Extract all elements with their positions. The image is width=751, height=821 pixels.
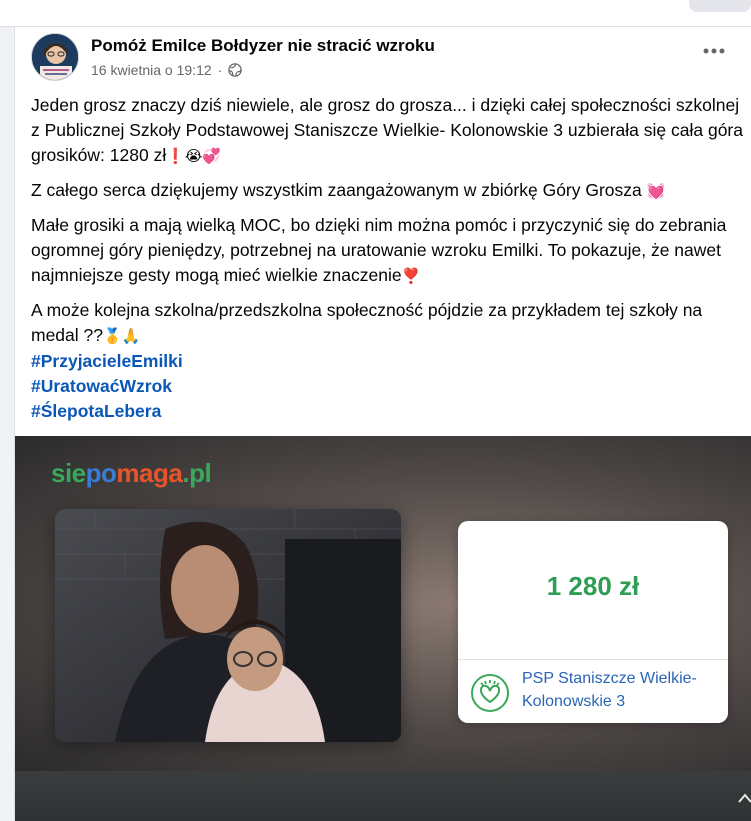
hashtag-uratowacwzrok[interactable]: #UratowaćWzrok [31, 374, 743, 399]
chevron-up-glyph [738, 793, 751, 803]
post-paragraph-2: Z całego serca dziękujemy wszystkim zaan… [31, 178, 743, 204]
paragraph-2-text: Z całego serca dziękujemy wszystkim zaan… [31, 180, 642, 200]
hashtag-przyjacieleemilki[interactable]: #PrzyjacieleEmilki [31, 349, 743, 374]
media-bottom-bar [15, 771, 751, 821]
post-meta: 16 kwietnia o 19:12 · [91, 62, 243, 78]
donation-amount: 1 280 zł [546, 571, 640, 601]
post-paragraph-1: Jeden grosz znaczy dziś niewiele, ale gr… [31, 93, 743, 169]
hashtag-slepotalebera[interactable]: #ŚlepotaLebera [31, 399, 743, 424]
donation-card: 1 280 zł PSP Staniszcze Wielkie-Kolonows… [458, 521, 728, 723]
post-paragraph-3: Małe grosiki a mają wielką MOC, bo dzięk… [31, 213, 743, 289]
post-paragraph-4: A może kolejna szkolna/przedszkolna społ… [31, 298, 743, 349]
hashtag-list: #PrzyjacieleEmilki #UratowaćWzrok #Ślepo… [31, 349, 743, 424]
siepomaga-logo: siepomaga.pl [51, 458, 212, 488]
meta-separator: · [217, 62, 223, 78]
paragraph-4-emoji: 🥇🙏 [103, 328, 141, 345]
page-avatar[interactable] [31, 33, 79, 81]
campaign-photo-art [55, 509, 401, 742]
post-card: Pomóż Emilce Bołdyzer nie stracić wzroku… [14, 27, 751, 821]
donation-card-divider [458, 659, 728, 660]
post-image[interactable]: siepomaga.pl 1 280 zł PSP Staniszcze Wie… [15, 436, 751, 771]
top-strip [0, 0, 751, 27]
post-author[interactable]: Pomóż Emilce Bołdyzer nie stracić wzroku [91, 36, 435, 56]
top-right-button[interactable] [689, 0, 751, 12]
paragraph-1-emoji: ❗😭💞 [166, 148, 222, 165]
campaign-photo [55, 509, 401, 742]
avatar-image [32, 34, 78, 80]
heart-hand-icon [471, 674, 509, 712]
globe-icon [228, 63, 243, 77]
paragraph-3-emoji: ❣️ [401, 268, 421, 285]
paragraph-2-emoji: 💓 [646, 183, 666, 200]
more-options-icon[interactable] [700, 43, 728, 65]
paragraph-3-text: Małe grosiki a mają wielką MOC, bo dzięk… [31, 215, 727, 285]
paragraph-1-text: Jeden grosz znaczy dziś niewiele, ale gr… [31, 95, 743, 165]
post-date[interactable]: 16 kwietnia o 19:12 [91, 62, 212, 78]
post-body: Jeden grosz znaczy dziś niewiele, ale gr… [31, 93, 743, 424]
beneficiary-name: PSP Staniszcze Wielkie-Kolonowskie 3 [522, 670, 697, 710]
chevron-up-icon[interactable] [738, 787, 751, 808]
ellipsis-icon [703, 48, 725, 54]
